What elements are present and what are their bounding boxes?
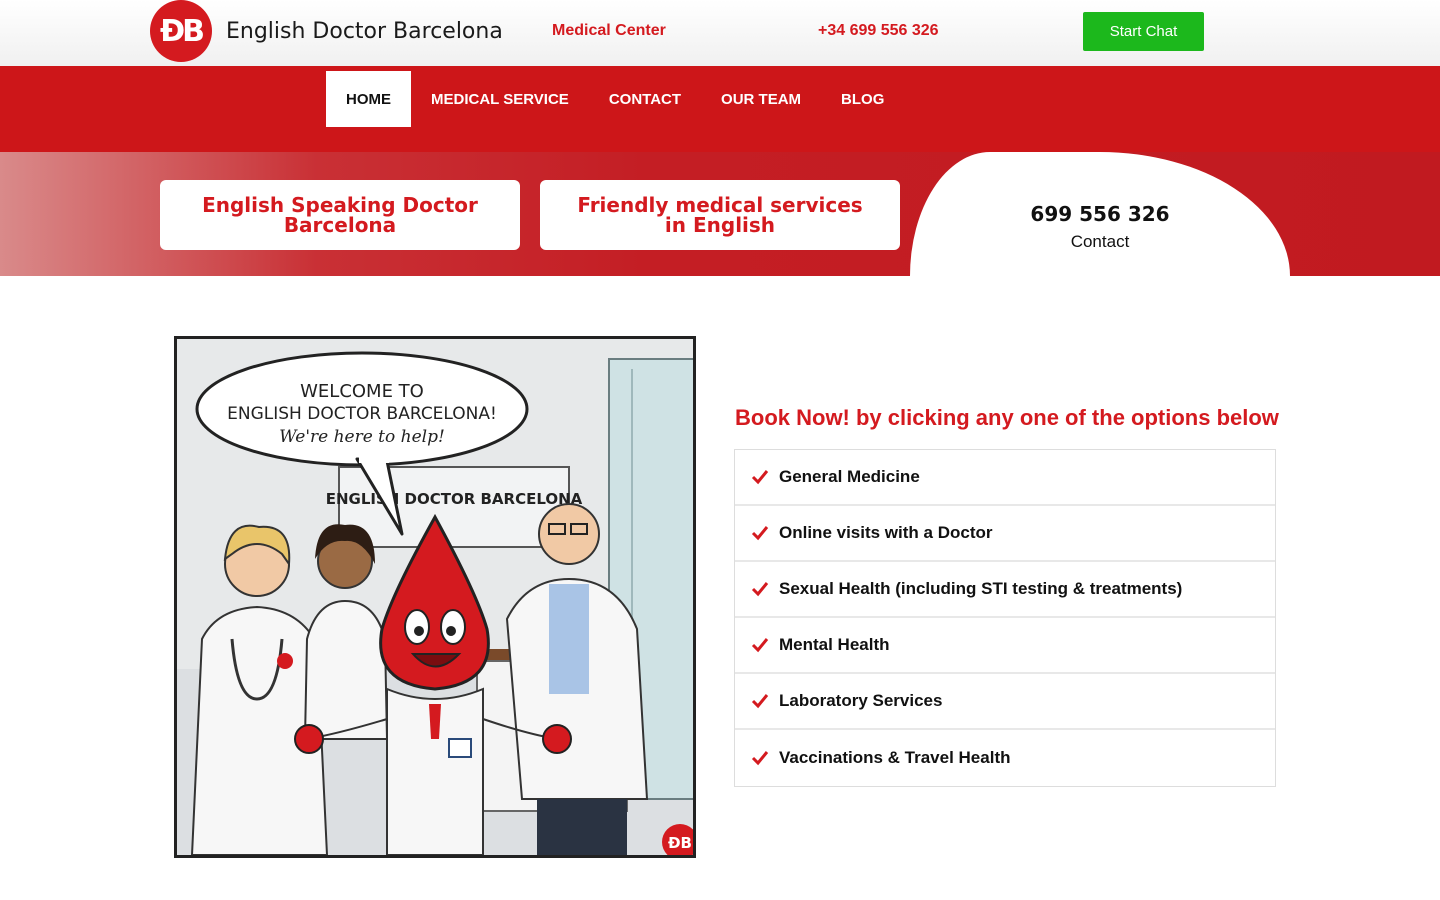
booking-option-sexual-health[interactable]: Sexual Health (including STI testing & t…: [735, 562, 1275, 618]
start-chat-button[interactable]: Start Chat: [1083, 12, 1204, 51]
check-icon: [751, 526, 769, 541]
booking-option-label: Mental Health: [779, 635, 890, 654]
top-bar: ÐB English Doctor Barcelona Medical Cent…: [0, 0, 1440, 66]
booking-option-label: Sexual Health (including STI testing & t…: [779, 579, 1183, 598]
illustration-sign-text: ENGLISH DOCTOR BARCELONA: [326, 490, 583, 508]
booking-option-label: Laboratory Services: [779, 691, 943, 710]
bubble-line-2: ENGLISH DOCTOR BARCELONA!: [227, 404, 497, 424]
booking-option-online-visits[interactable]: Online visits with a Doctor: [735, 506, 1275, 562]
booking-title: Book Now! by clicking any one of the opt…: [735, 405, 1279, 430]
booking-option-laboratory[interactable]: Laboratory Services: [735, 674, 1275, 730]
booking-options-list: General Medicine Online visits with a Do…: [734, 449, 1276, 787]
main-nav: HOME MEDICAL SERVICE CONTACT OUR TEAM BL…: [0, 66, 1440, 152]
logo-text: English Doctor Barcelona: [226, 18, 503, 44]
booking-option-mental-health[interactable]: Mental Health: [735, 618, 1275, 674]
bubble-line-1: WELCOME TO: [300, 381, 424, 402]
check-icon: [751, 582, 769, 597]
check-icon: [751, 638, 769, 653]
nav-item-home[interactable]: HOME: [326, 71, 411, 127]
booking-option-general-medicine[interactable]: General Medicine: [735, 450, 1275, 506]
hero-contact-link[interactable]: Contact: [1000, 232, 1200, 252]
hero-card-friendly-services: Friendly medical services in English: [540, 180, 900, 250]
check-icon: [751, 694, 769, 709]
booking-option-label: Online visits with a Doctor: [779, 523, 993, 542]
hero-card-english-speaking: English Speaking Doctor Barcelona: [160, 180, 520, 250]
booking-option-label: Vaccinations & Travel Health: [779, 748, 1011, 767]
header-phone-link[interactable]: +34 699 556 326: [818, 22, 939, 40]
site-logo[interactable]: ÐB English Doctor Barcelona: [150, 0, 503, 62]
nav-item-medical-service[interactable]: MEDICAL SERVICE: [411, 71, 589, 127]
welcome-illustration-svg: ENGLISH DOCTOR BARCELONA WELCOME TO ENGL…: [177, 339, 693, 855]
welcome-illustration: ENGLISH DOCTOR BARCELONA WELCOME TO ENGL…: [174, 336, 696, 858]
hero-banner: English Speaking Doctor Barcelona Friend…: [0, 152, 1440, 276]
illustration-badge-icon: ÐB: [668, 834, 692, 852]
bubble-line-3: We're here to help!: [279, 427, 445, 447]
check-icon: [751, 751, 769, 766]
booking-option-label: General Medicine: [779, 467, 920, 486]
nav-item-blog[interactable]: BLOG: [821, 71, 904, 127]
medical-center-link[interactable]: Medical Center: [552, 22, 666, 40]
logo-mark-icon: ÐB: [150, 0, 212, 62]
nav-item-our-team[interactable]: OUR TEAM: [701, 71, 821, 127]
booking-option-vaccinations[interactable]: Vaccinations & Travel Health: [735, 730, 1275, 786]
nav-item-contact[interactable]: CONTACT: [589, 71, 701, 127]
hero-phone[interactable]: 699 556 326: [1000, 202, 1200, 226]
check-icon: [751, 470, 769, 485]
